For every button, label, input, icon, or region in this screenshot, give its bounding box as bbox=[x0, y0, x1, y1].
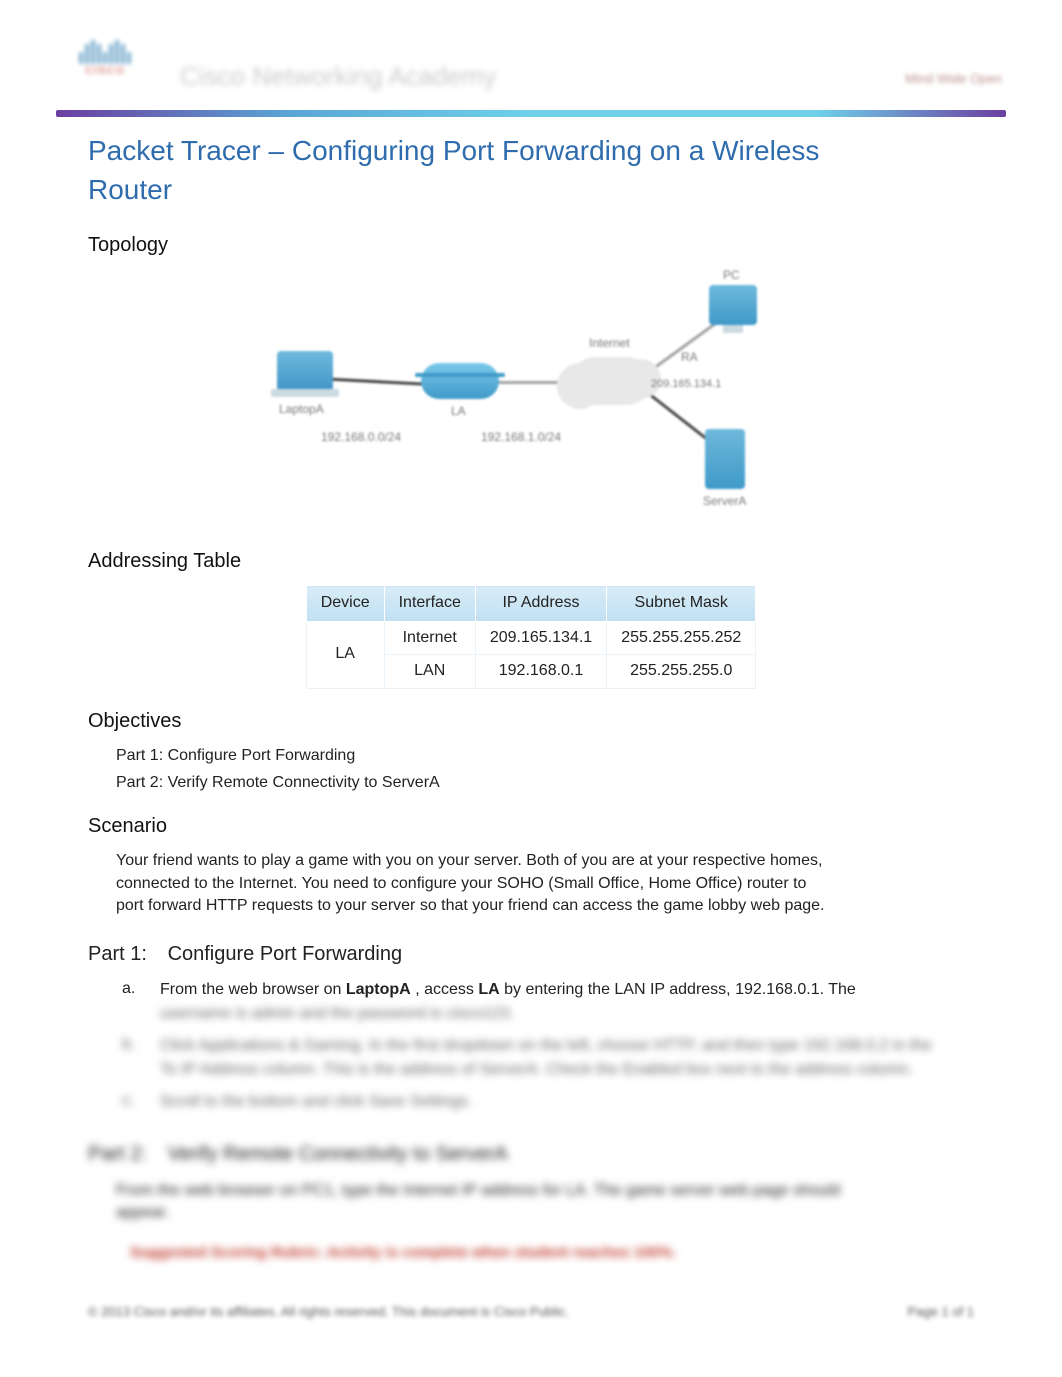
la-label: LA bbox=[451, 403, 466, 420]
step-blur-line: username is admin and the password is ci… bbox=[160, 1002, 856, 1026]
cell-ip: 192.168.0.1 bbox=[475, 655, 606, 688]
footer-copyright: © 2013 Cisco and/or its affiliates. All … bbox=[88, 1303, 569, 1321]
th-device: Device bbox=[306, 586, 384, 621]
step-text: From the web browser on bbox=[160, 981, 346, 998]
th-ip: IP Address bbox=[475, 586, 606, 621]
router-la-icon bbox=[421, 363, 499, 399]
addressing-table-wrap: Device Interface IP Address Subnet Mask … bbox=[60, 585, 1002, 688]
part2-text: From the web browser on PC1, type the In… bbox=[116, 1180, 896, 1225]
step-a: a. From the web browser on LaptopA , acc… bbox=[122, 978, 942, 1026]
cell-device: LA bbox=[306, 621, 384, 688]
serverA-label: ServerA bbox=[703, 493, 746, 510]
header-divider bbox=[56, 110, 1006, 117]
step-letter: a. bbox=[122, 978, 142, 1026]
pc-icon bbox=[709, 285, 757, 325]
part2-number: Part 2: bbox=[88, 1140, 162, 1168]
part2-title: Verify Remote Connectivity to ServerA bbox=[168, 1143, 508, 1165]
part1-title: Configure Port Forwarding bbox=[168, 943, 403, 965]
ra-net-label: 192.168.1.0/24 bbox=[481, 429, 561, 446]
cell-ip: 209.165.134.1 bbox=[475, 621, 606, 654]
step-letter: c. bbox=[122, 1090, 142, 1114]
step-blur-body: Scroll to the bottom and click Save Sett… bbox=[160, 1090, 472, 1114]
cell-interface: Internet bbox=[384, 621, 475, 654]
laptopA-label: LaptopA bbox=[279, 401, 324, 418]
step-letter: b. bbox=[122, 1034, 142, 1082]
header-bar: CISCO Cisco Networking Academy Mind Wide… bbox=[60, 40, 1002, 110]
laptop-icon bbox=[277, 351, 333, 391]
section-topology: Topology bbox=[88, 231, 1002, 259]
step-b: b. Click Applications & Gaming. In the f… bbox=[122, 1034, 942, 1082]
scoring-rubric: Suggested Scoring Rubric: Activity is co… bbox=[130, 1242, 1002, 1263]
ra-label: RA bbox=[681, 349, 698, 366]
step-blur-body: Click Applications & Gaming. In the firs… bbox=[160, 1034, 942, 1082]
step-text: by entering the LAN IP address, 192.168.… bbox=[504, 981, 856, 998]
cell-mask: 255.255.255.0 bbox=[607, 655, 756, 688]
objective-item: Part 2: Verify Remote Connectivity to Se… bbox=[116, 772, 1002, 794]
server-icon bbox=[705, 429, 745, 489]
objectives-list: Part 1: Configure Port Forwarding Part 2… bbox=[116, 745, 1002, 795]
section-addressing: Addressing Table bbox=[88, 547, 1002, 575]
footer: © 2013 Cisco and/or its affiliates. All … bbox=[88, 1303, 974, 1321]
document-title: Packet Tracer – Configuring Port Forward… bbox=[88, 131, 848, 209]
la-net-label: 192.168.0.0/24 bbox=[321, 429, 401, 446]
step-body: From the web browser on LaptopA , access… bbox=[160, 978, 856, 1026]
scenario-text: Your friend wants to play a game with yo… bbox=[116, 850, 836, 917]
part1-heading: Part 1: Configure Port Forwarding bbox=[88, 940, 1002, 968]
topology-diagram: LaptopA LA 192.168.0.0/24 Internet 192.1… bbox=[60, 269, 1002, 529]
objective-item: Part 1: Configure Port Forwarding bbox=[116, 745, 1002, 767]
footer-page: Page 1 of 1 bbox=[908, 1303, 975, 1321]
header-tagline: Mind Wide Open bbox=[905, 70, 1002, 88]
internet-label: Internet bbox=[589, 335, 630, 352]
th-mask: Subnet Mask bbox=[607, 586, 756, 621]
section-scenario: Scenario bbox=[88, 812, 1002, 840]
ra-wan-label: 209.165.134.1 bbox=[651, 377, 721, 392]
table-header-row: Device Interface IP Address Subnet Mask bbox=[306, 586, 756, 621]
part1-steps: a. From the web browser on LaptopA , acc… bbox=[122, 978, 942, 1114]
step-bold: LA bbox=[478, 981, 499, 998]
step-bold: LaptopA bbox=[346, 981, 411, 998]
academy-title: Cisco Networking Academy bbox=[180, 58, 496, 94]
cell-interface: LAN bbox=[384, 655, 475, 688]
step-text: , access bbox=[415, 981, 478, 998]
cell-mask: 255.255.255.252 bbox=[607, 621, 756, 654]
pc-label: PC bbox=[723, 267, 740, 284]
cloud-icon bbox=[571, 357, 651, 405]
section-objectives: Objectives bbox=[88, 707, 1002, 735]
part1-number: Part 1: bbox=[88, 940, 162, 968]
table-row: LA Internet 209.165.134.1 255.255.255.25… bbox=[306, 621, 756, 654]
step-c: c. Scroll to the bottom and click Save S… bbox=[122, 1090, 942, 1114]
cisco-logo: CISCO bbox=[60, 40, 150, 96]
th-interface: Interface bbox=[384, 586, 475, 621]
page: CISCO Cisco Networking Academy Mind Wide… bbox=[0, 0, 1062, 1377]
part2-heading: Part 2: Verify Remote Connectivity to Se… bbox=[88, 1140, 1002, 1168]
addressing-table: Device Interface IP Address Subnet Mask … bbox=[306, 585, 757, 688]
